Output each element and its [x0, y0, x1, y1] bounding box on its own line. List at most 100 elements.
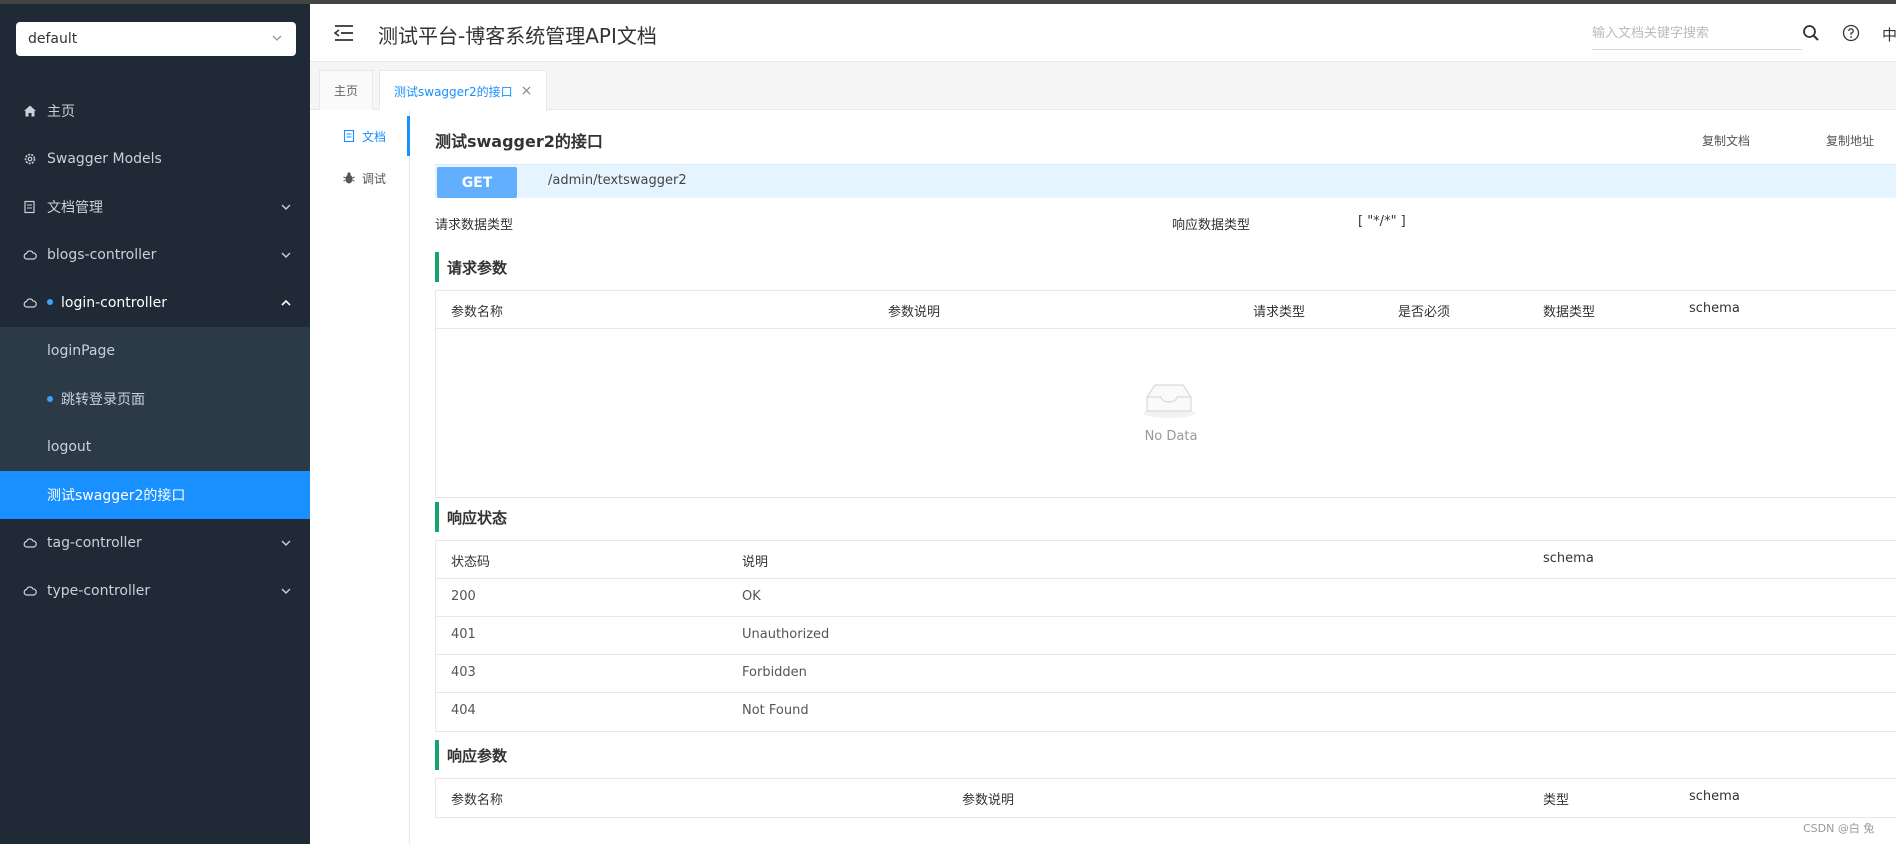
column-header: 参数名称 — [451, 305, 504, 320]
cloud-icon — [22, 247, 38, 263]
cloud-icon — [22, 535, 38, 551]
column-header: 请求类型 — [1253, 305, 1306, 320]
sidebar-subitem-logout[interactable]: logout — [0, 423, 310, 471]
sidebar-subitem-test-swagger2[interactable]: 测试swagger2的接口 — [0, 471, 310, 519]
search-icon[interactable] — [1802, 24, 1820, 42]
sidebar-item-blogs-controller[interactable]: blogs-controller — [0, 231, 310, 279]
column-header: 参数说明 — [888, 305, 941, 320]
document-icon — [343, 129, 355, 143]
column-header: 参数名称 — [451, 793, 504, 808]
active-dot-icon — [47, 299, 53, 305]
chevron-down-icon — [281, 252, 291, 258]
sidebar-subitem-label: loginPage — [47, 343, 115, 359]
table-header: 状态码 说明 schema — [436, 541, 1896, 579]
sidebar-menu: 主页 Swagger Models 文档管理 blogs-controller … — [0, 87, 310, 615]
chevron-down-icon — [281, 588, 291, 594]
column-header: 是否必须 — [1398, 305, 1451, 320]
login-controller-submenu: loginPage 跳转登录页面 logout 测试swagger2的接口 — [0, 327, 310, 519]
sidebar-item-doc-management[interactable]: 文档管理 — [0, 183, 310, 231]
copy-doc-button[interactable]: 复制文档 — [1702, 132, 1750, 149]
sidebar-subitem-label: logout — [47, 439, 92, 455]
doc-menu-label: 调试 — [362, 171, 387, 186]
empty-inbox-icon — [1143, 384, 1195, 418]
status-desc: OK — [742, 589, 761, 604]
table-header: 参数名称 参数说明 请求类型 是否必须 数据类型 schema — [436, 291, 1896, 329]
sidebar-item-type-controller[interactable]: type-controller — [0, 567, 310, 615]
column-header: schema — [1543, 551, 1594, 566]
copy-url-button[interactable]: 复制地址 — [1826, 132, 1874, 149]
response-params-table: 参数名称 参数说明 类型 schema — [435, 778, 1896, 818]
sidebar-item-tag-controller[interactable]: tag-controller — [0, 519, 310, 567]
table-row: 404 Not Found — [436, 693, 1896, 731]
document-icon — [22, 199, 38, 215]
group-select[interactable]: default — [16, 22, 296, 56]
status-desc: Unauthorized — [742, 627, 830, 642]
section-response-params: 响应参数 — [435, 740, 507, 770]
response-content-type-value: [ "*/*" ] — [1358, 214, 1406, 229]
doc-menu-docs[interactable]: 文档 — [310, 116, 410, 156]
response-content-type-label: 响应数据类型 — [1172, 218, 1251, 233]
section-response-status: 响应状态 — [435, 502, 507, 532]
tab-test-swagger2[interactable]: 测试swagger2的接口 × — [379, 70, 548, 111]
chevron-down-icon — [281, 204, 291, 210]
table-row: 403 Forbidden — [436, 655, 1896, 693]
sidebar-item-label: login-controller — [61, 295, 167, 311]
column-header: 数据类型 — [1543, 305, 1596, 320]
request-params-table: 参数名称 参数说明 请求类型 是否必须 数据类型 schema No Data — [435, 290, 1896, 498]
tab-label: 测试swagger2的接口 — [394, 84, 513, 99]
gear-icon — [22, 151, 38, 167]
sidebar-item-label-wrap: login-controller — [47, 295, 167, 311]
status-code: 401 — [451, 627, 476, 642]
status-code: 404 — [451, 703, 476, 718]
help-icon[interactable] — [1842, 24, 1860, 42]
column-header: schema — [1689, 301, 1740, 316]
column-header: 状态码 — [451, 555, 491, 570]
table-row: 200 OK — [436, 579, 1896, 617]
search-input[interactable] — [1592, 26, 1792, 41]
doc-menu-debug[interactable]: 调试 — [310, 158, 410, 198]
sidebar-subitem-label-wrap: 跳转登录页面 — [47, 389, 145, 409]
tab-home[interactable]: 主页 — [319, 70, 374, 110]
watermark-text: CSDN @白 兔 — [1803, 822, 1875, 835]
cloud-icon — [22, 295, 38, 311]
sidebar-subitem-redirect-login[interactable]: 跳转登录页面 — [0, 375, 310, 423]
sidebar-item-label: type-controller — [47, 583, 151, 599]
close-icon[interactable]: × — [521, 83, 533, 99]
api-path: /admin/textswagger2 — [548, 173, 687, 188]
api-title: 测试swagger2的接口 — [435, 132, 603, 151]
sidebar-item-label: 文档管理 — [47, 200, 103, 216]
status-code: 403 — [451, 665, 476, 680]
doc-menu: 文档 调试 — [310, 110, 410, 844]
sidebar: default 主页 Swagger Models 文档管理 blogs-con… — [0, 4, 310, 844]
column-header: 参数说明 — [962, 793, 1015, 808]
search-box — [1592, 20, 1802, 50]
sidebar-item-label: Swagger Models — [47, 151, 162, 167]
response-status-table: 状态码 说明 schema 200 OK 401 Unauthorized 40… — [435, 540, 1896, 732]
url-bar: GET /admin/textswagger2 — [435, 164, 1896, 198]
active-dot-icon — [47, 396, 53, 402]
page-title: 测试平台-博客系统管理API文档 — [378, 24, 657, 48]
chevron-down-icon — [272, 35, 282, 41]
sidebar-item-login-controller[interactable]: login-controller — [0, 279, 310, 327]
section-request-params: 请求参数 — [435, 252, 507, 282]
doc-menu-label: 文档 — [362, 129, 387, 144]
top-header: 测试平台-博客系统管理API文档 中 — [310, 4, 1896, 62]
table-header: 参数名称 参数说明 类型 schema — [436, 779, 1896, 817]
chevron-up-icon — [281, 299, 291, 306]
sidebar-item-label: 主页 — [47, 104, 75, 120]
sidebar-item-home[interactable]: 主页 — [0, 87, 310, 135]
empty-text: No Data — [1144, 429, 1198, 444]
sidebar-item-label: blogs-controller — [47, 247, 157, 263]
home-icon — [22, 103, 38, 119]
status-desc: Forbidden — [742, 665, 807, 680]
cloud-icon — [22, 583, 38, 599]
tab-bar: 主页 测试swagger2的接口 × — [310, 62, 1896, 111]
column-header: 说明 — [742, 555, 769, 570]
sidebar-item-swagger-models[interactable]: Swagger Models — [0, 135, 310, 183]
menu-fold-icon[interactable] — [334, 24, 354, 42]
sidebar-subitem-loginpage[interactable]: loginPage — [0, 327, 310, 375]
sidebar-item-label: tag-controller — [47, 535, 142, 551]
method-badge: GET — [437, 167, 517, 198]
language-switch[interactable]: 中 — [1882, 24, 1896, 45]
column-header: 类型 — [1543, 793, 1570, 808]
